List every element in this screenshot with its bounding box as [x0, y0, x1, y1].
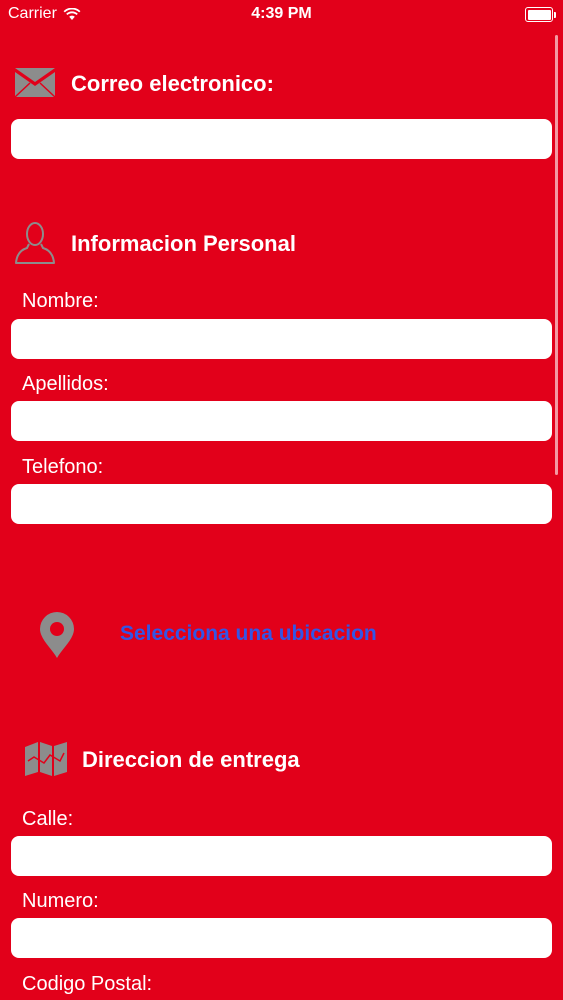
numero-label: Numero: — [22, 890, 99, 912]
telefono-label: Telefono: — [22, 456, 104, 478]
email-section-title: Correo electronico: — [71, 71, 274, 96]
numero-field[interactable] — [11, 918, 552, 958]
select-location-link[interactable]: Selecciona una ubicacion — [120, 622, 377, 646]
personal-section-title: Informacion Personal — [71, 231, 296, 256]
telefono-field[interactable] — [11, 484, 552, 524]
calle-field[interactable] — [11, 836, 552, 876]
location-pin-icon[interactable] — [38, 611, 76, 659]
apellidos-field[interactable] — [11, 401, 552, 441]
email-field[interactable] — [11, 119, 552, 159]
user-icon — [13, 221, 57, 265]
calle-label: Calle: — [22, 808, 74, 830]
scrollbar[interactable] — [555, 35, 558, 475]
status-time: 4:39 PM — [251, 5, 312, 22]
codigo-postal-label: Codigo Postal: — [22, 973, 153, 995]
apellidos-label: Apellidos: — [22, 373, 109, 395]
battery-icon — [525, 7, 556, 22]
status-bar: Carrier 4:39 PM — [0, 0, 563, 30]
delivery-section-title: Direccion de entrega — [82, 747, 300, 772]
mail-icon — [13, 66, 57, 99]
nombre-label: Nombre: — [22, 290, 99, 312]
nombre-field[interactable] — [11, 319, 552, 359]
map-icon — [24, 741, 68, 777]
